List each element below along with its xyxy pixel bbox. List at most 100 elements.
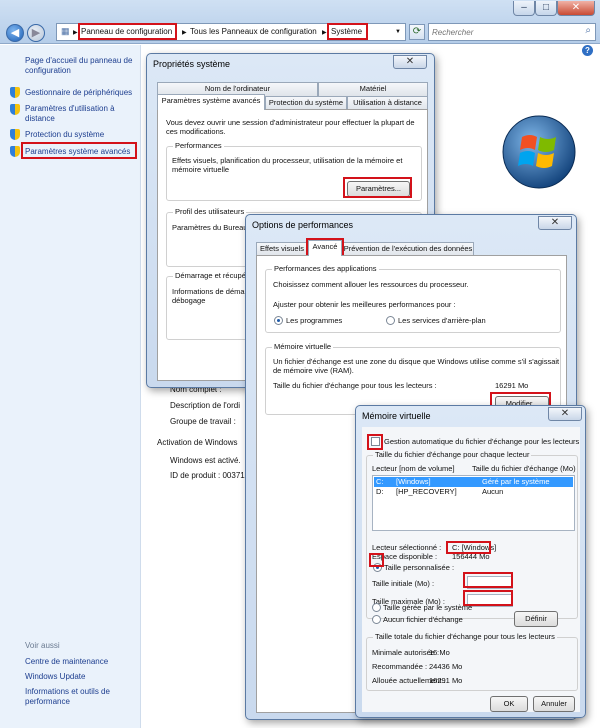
user-profiles-desc: Paramètres du Bureau bbox=[172, 223, 248, 232]
drive-size: Géré par le système bbox=[482, 477, 550, 486]
window-close-button[interactable]: ✕ bbox=[557, 1, 595, 16]
search-input[interactable] bbox=[432, 26, 572, 38]
product-id: ID de produit : 00371 bbox=[170, 471, 245, 480]
programs-radio[interactable] bbox=[274, 316, 283, 325]
link-performance-tools[interactable]: Informations et outils de performance bbox=[25, 687, 135, 707]
tab-system-protection[interactable]: Protection du système bbox=[265, 96, 347, 110]
initial-size-label: Taille initiale (Mo) : bbox=[372, 579, 435, 588]
see-also-heading: Voir aussi bbox=[25, 641, 60, 650]
workgroup-label: Groupe de travail : bbox=[170, 417, 236, 426]
dialog-title: Options de performances bbox=[252, 220, 354, 230]
forward-arrow-icon: ▶ bbox=[31, 27, 41, 39]
services-radio-label[interactable]: Les services d'arrière-plan bbox=[398, 316, 486, 326]
control-panel-icon: ▦ bbox=[61, 26, 70, 36]
initial-size-input[interactable] bbox=[467, 576, 513, 589]
close-icon: ✕ bbox=[550, 217, 560, 228]
recommended-label: Recommandée : bbox=[372, 662, 428, 671]
drive-letter: C: bbox=[376, 477, 384, 486]
adjust-for-label: Ajuster pour obtenir les meilleures perf… bbox=[273, 300, 456, 309]
performance-group: Performances Effets visuels, planificati… bbox=[166, 141, 422, 201]
tab-dep[interactable]: Prévention de l'exécution des données bbox=[342, 242, 474, 256]
link-maintenance-center[interactable]: Centre de maintenance bbox=[25, 657, 108, 667]
sidebar-item-advanced-settings[interactable]: Paramètres système avancés bbox=[25, 147, 137, 157]
free-space-value: 156444 Mo bbox=[452, 552, 490, 561]
services-radio[interactable] bbox=[386, 316, 395, 325]
shield-icon bbox=[10, 146, 20, 157]
close-button[interactable]: ✕ bbox=[538, 216, 572, 230]
breadcrumb-system[interactable]: Système bbox=[331, 27, 362, 36]
per-drive-group: Taille du fichier d'échange pour chaque … bbox=[366, 450, 578, 619]
system-managed-label[interactable]: Taille gérée par le système bbox=[383, 603, 472, 613]
table-row[interactable]: C: [Windows] Géré par le système bbox=[374, 477, 573, 487]
sidebar: Page d'accueil du panneau de configurati… bbox=[0, 45, 141, 728]
custom-size-radio[interactable] bbox=[373, 563, 382, 572]
close-button[interactable]: ✕ bbox=[548, 407, 582, 421]
app-performance-label: Performances des applications bbox=[272, 264, 379, 273]
description-label: Description de l'ordi bbox=[170, 401, 241, 410]
free-space-label: Espace disponible : bbox=[372, 552, 438, 561]
dialog-title: Mémoire virtuelle bbox=[362, 411, 431, 421]
breadcrumb-all-panels[interactable]: Tous les Panneaux de configuration bbox=[190, 27, 317, 36]
back-arrow-icon: ◀ bbox=[10, 27, 20, 39]
breadcrumb-control-panel[interactable]: Panneau de configuration bbox=[81, 27, 172, 36]
ok-button[interactable]: OK bbox=[490, 696, 528, 712]
shield-icon bbox=[10, 87, 20, 98]
link-windows-update[interactable]: Windows Update bbox=[25, 672, 85, 682]
app-performance-group: Performances des applications Choisissez… bbox=[265, 264, 561, 333]
search-icon[interactable]: ⌕ bbox=[585, 25, 591, 36]
paging-total-value: 16291 Mo bbox=[495, 381, 529, 390]
column-size: Taille du fichier d'échange (Mo) bbox=[472, 464, 576, 473]
tab-advanced[interactable]: Avancé bbox=[308, 240, 342, 256]
recommended-value: 24436 Mo bbox=[429, 662, 463, 671]
auto-manage-label[interactable]: Gestion automatique du fichier d'échange… bbox=[384, 437, 579, 447]
table-row[interactable]: D: [HP_RECOVERY] Aucun bbox=[374, 487, 573, 497]
chevron-right-icon: ▶ bbox=[322, 30, 327, 36]
windows-logo-icon bbox=[502, 115, 576, 189]
system-managed-radio[interactable] bbox=[372, 603, 381, 612]
tab-advanced[interactable]: Paramètres système avancés bbox=[157, 94, 265, 110]
chevron-right-icon: ▶ bbox=[182, 30, 187, 36]
cancel-button[interactable]: Annuler bbox=[533, 696, 575, 712]
chevron-right-icon: ▶ bbox=[73, 30, 78, 36]
close-button[interactable]: ✕ bbox=[393, 55, 427, 69]
custom-size-label[interactable]: Taille personnalisée : bbox=[384, 563, 454, 573]
admin-note-line2: ces modifications. bbox=[166, 127, 226, 136]
sidebar-home-link[interactable]: Page d'accueil du panneau de configurati… bbox=[25, 56, 137, 76]
tab-visual-effects[interactable]: Effets visuels bbox=[256, 242, 308, 256]
title-bar: – □ ✕ ◀ ▶ ▦ ▶ Panneau de configuration ▶… bbox=[0, 0, 600, 44]
app-performance-desc: Choisissez comment allouer les ressource… bbox=[273, 280, 469, 289]
column-drive: Lecteur [nom de volume] bbox=[372, 464, 455, 473]
no-paging-label[interactable]: Aucun fichier d'échange bbox=[383, 615, 463, 625]
shield-icon bbox=[10, 129, 20, 140]
define-button[interactable]: Définir bbox=[514, 611, 558, 627]
programs-radio-label[interactable]: Les programmes bbox=[286, 316, 342, 326]
help-icon[interactable]: ? bbox=[582, 45, 593, 56]
performance-group-label: Performances bbox=[173, 141, 224, 150]
search-box[interactable]: ⌕ bbox=[428, 23, 596, 41]
auto-manage-checkbox[interactable] bbox=[371, 437, 380, 446]
maximize-button[interactable]: □ bbox=[535, 1, 557, 16]
virtual-memory-desc-line2: de mémoire vive (RAM). bbox=[273, 366, 354, 375]
drive-volume: [Windows] bbox=[396, 477, 431, 486]
activation-heading: Activation de Windows bbox=[157, 438, 238, 447]
tab-hardware[interactable]: Matériel bbox=[318, 82, 428, 96]
drive-volume: [HP_RECOVERY] bbox=[396, 487, 457, 496]
sidebar-item-remote-settings[interactable]: Paramètres d'utilisation à distance bbox=[25, 104, 133, 124]
close-icon: ✕ bbox=[560, 408, 570, 419]
no-paging-radio[interactable] bbox=[372, 615, 381, 624]
forward-button[interactable]: ▶ bbox=[27, 24, 45, 42]
max-size-input[interactable] bbox=[467, 594, 513, 607]
chevron-down-icon[interactable]: ▼ bbox=[395, 29, 401, 35]
refresh-button[interactable]: ⟳ bbox=[409, 24, 425, 40]
sidebar-item-device-manager[interactable]: Gestionnaire de périphériques bbox=[25, 88, 137, 98]
drive-list[interactable]: C: [Windows] Géré par le système D: [HP_… bbox=[372, 475, 575, 531]
drive-size: Aucun bbox=[482, 487, 504, 496]
performance-settings-button[interactable]: Paramètres... bbox=[347, 181, 410, 197]
tab-remote[interactable]: Utilisation à distance bbox=[347, 96, 428, 110]
performance-desc-line2: mémoire virtuelle bbox=[172, 165, 230, 174]
total-size-group: Taille totale du fichier d'échange pour … bbox=[366, 632, 578, 691]
minimize-button[interactable]: – bbox=[513, 1, 535, 16]
back-button[interactable]: ◀ bbox=[6, 24, 24, 42]
sidebar-item-system-protection[interactable]: Protection du système bbox=[25, 130, 137, 140]
address-bar[interactable]: ▦ ▶ Panneau de configuration ▶ Tous les … bbox=[56, 23, 406, 41]
